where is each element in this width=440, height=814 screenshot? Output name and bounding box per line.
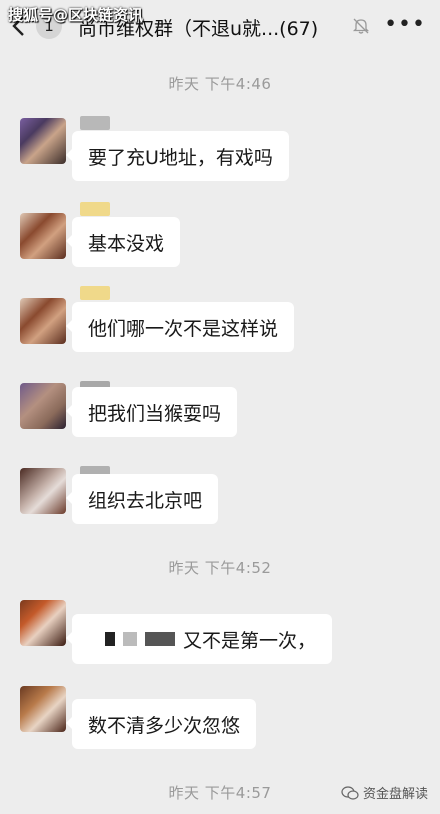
watermark-text: 资金盘解读 [362, 787, 428, 802]
message-timestamp: 昨天 下午4:46 [168, 75, 272, 93]
avatar[interactable] [20, 600, 66, 646]
message-text: 数不清多少次忽悠 [88, 714, 241, 737]
avatar[interactable] [20, 298, 66, 344]
avatar[interactable] [20, 118, 66, 164]
redacted-block [104, 632, 115, 646]
message-text: 组织去北京吧 [88, 489, 203, 512]
avatar[interactable] [20, 383, 66, 429]
avatar[interactable] [20, 686, 66, 732]
message-text: 基本没戏 [88, 232, 165, 255]
message-bubble[interactable]: 要了充U地址，有戏吗 [66, 131, 289, 181]
more-icon[interactable]: ••• [384, 12, 426, 37]
wechat-watermark: 资金盘解读 [341, 783, 428, 802]
message-bubble[interactable]: 组织去北京吧 [65, 474, 219, 524]
wechat-icon [341, 785, 359, 800]
avatar[interactable] [20, 213, 66, 259]
source-watermark: 搜狐号@区块链资讯 [8, 6, 144, 24]
message-bubble[interactable]: 他们哪一次不是这样说 [65, 302, 295, 352]
redacted-block [144, 632, 175, 646]
message-bubble[interactable]: 把我们当猴耍吗 [65, 387, 238, 437]
message-text: 要了充U地址，有戏吗 [88, 146, 273, 169]
message-text: 他们哪一次不是这样说 [88, 317, 279, 340]
message-text: 把我们当猴耍吗 [88, 402, 222, 425]
message-bubble[interactable]: 又不是第一次， [66, 614, 332, 664]
message-bubble[interactable]: 基本没戏 [65, 217, 181, 267]
sender-nickname [80, 202, 110, 216]
sender-nickname [80, 116, 110, 130]
bell-muted-icon [352, 17, 370, 39]
sender-nickname [80, 286, 110, 300]
redacted-block [122, 632, 137, 646]
message-bubble[interactable]: 数不清多少次忽悠 [65, 699, 257, 749]
message-text: 又不是第一次， [182, 629, 316, 652]
message-timestamp: 昨天 下午4:52 [168, 559, 272, 577]
avatar[interactable] [20, 468, 66, 514]
